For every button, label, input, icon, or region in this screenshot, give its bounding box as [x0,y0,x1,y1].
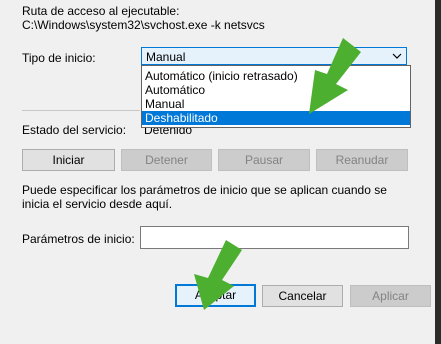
resume-button[interactable]: Reanudar [316,149,408,171]
chevron-down-icon [392,53,402,59]
start-button[interactable]: Iniciar [22,149,115,171]
service-status-label: Estado del servicio: [22,123,127,137]
startup-type-selected: Manual [146,50,186,64]
startup-type-label: Tipo de inicio: [22,51,96,65]
separator [22,110,140,111]
window-left-edge [0,0,8,344]
green-arrow-icon [309,38,361,114]
start-params-label: Parámetros de inicio: [22,232,135,246]
apply-button[interactable]: Aplicar [350,285,431,307]
path-label: Ruta de acceso al ejecutable: [22,4,180,18]
start-params-description: Puede especificar los parámetros de inic… [22,183,387,211]
window-right-edge [435,0,441,344]
cancel-button[interactable]: Cancelar [262,285,343,307]
stop-button[interactable]: Detener [121,149,212,171]
pause-button[interactable]: Pausar [218,149,310,171]
start-params-input[interactable] [140,226,409,249]
green-arrow-icon [194,240,242,310]
path-value: C:\Windows\system32\svchost.exe -k netsv… [22,18,265,32]
